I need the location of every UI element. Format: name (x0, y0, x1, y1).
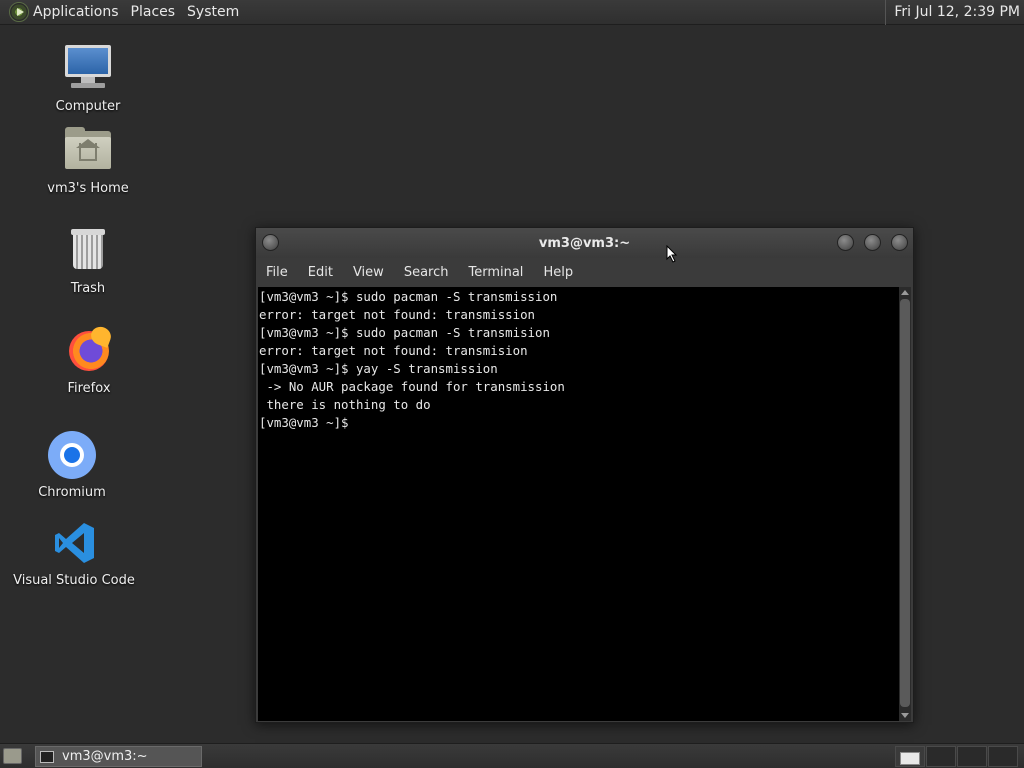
desktop-icon-vscode[interactable]: Visual Studio Code (9, 517, 139, 588)
terminal-line: [vm3@vm3 ~]$ yay -S transmission (259, 361, 498, 376)
terminal-line: [vm3@vm3 ~]$ sudo pacman -S transmission (259, 289, 558, 304)
workspace-3[interactable] (957, 746, 987, 767)
places-menu[interactable]: Places (127, 4, 184, 20)
menu-file[interactable]: File (266, 265, 288, 280)
terminal-prompt-line: [vm3@vm3 ~]$ (259, 415, 356, 430)
applications-menu[interactable]: Applications (33, 4, 127, 20)
maximize-button[interactable] (864, 234, 881, 251)
minimize-button[interactable] (837, 234, 854, 251)
desktop-icon-computer[interactable]: Computer (23, 43, 153, 114)
terminal-output[interactable]: [vm3@vm3 ~]$ sudo pacman -S transmission… (258, 287, 900, 721)
terminal-icon (40, 750, 54, 763)
panel-clock[interactable]: Fri Jul 12, 2:39 PM (885, 0, 1024, 25)
scroll-down-arrow-icon[interactable] (901, 713, 909, 718)
chromium-icon (46, 429, 98, 481)
terminal-line: there is nothing to do (259, 397, 431, 412)
home-folder-icon (62, 125, 114, 177)
workspace-2[interactable] (926, 746, 956, 767)
desktop-icon-label: Chromium (38, 485, 106, 500)
desktop-icon-chromium[interactable]: Chromium (7, 429, 137, 500)
terminal-line: error: target not found: transmision (259, 343, 528, 358)
desktop-icon-label: Computer (55, 99, 121, 114)
terminal-scrollbar[interactable] (899, 287, 911, 721)
desktop-icon-label: vm3's Home (47, 181, 129, 196)
menu-help[interactable]: Help (543, 265, 573, 280)
terminal-line: [vm3@vm3 ~]$ sudo pacman -S transmision (259, 325, 550, 340)
window-titlebar[interactable]: vm3@vm3:~ (256, 228, 913, 258)
desktop-icon-firefox[interactable]: Firefox (24, 324, 154, 396)
workspace-1[interactable] (895, 746, 925, 767)
workspace-4[interactable] (988, 746, 1018, 767)
menu-edit[interactable]: Edit (308, 265, 333, 280)
terminal-menubar: File Edit View Search Terminal Help (256, 258, 913, 287)
window-title: vm3@vm3:~ (538, 236, 631, 251)
system-menu[interactable]: System (183, 4, 247, 20)
menu-search[interactable]: Search (404, 265, 449, 280)
close-button[interactable] (891, 234, 908, 251)
workspace-window-preview (900, 752, 920, 765)
terminal-line: -> No AUR package found for transmission (259, 379, 565, 394)
desktop-icon-home[interactable]: vm3's Home (23, 125, 153, 196)
show-desktop-icon[interactable] (3, 748, 22, 764)
desktop-icon-label: Firefox (67, 381, 111, 396)
mouse-cursor-icon (666, 245, 678, 263)
computer-icon (62, 43, 114, 95)
scrollbar-thumb[interactable] (900, 299, 910, 707)
top-panel: Applications Places System Fri Jul 12, 2… (0, 0, 1024, 25)
desktop-icon-label: Visual Studio Code (13, 573, 135, 588)
menu-view[interactable]: View (353, 265, 384, 280)
taskbar-item-terminal[interactable]: vm3@vm3:~ (35, 746, 202, 767)
desktop-icon-trash[interactable]: Trash (23, 225, 153, 296)
firefox-icon (63, 324, 115, 377)
taskbar-item-label: vm3@vm3:~ (62, 749, 148, 764)
trash-icon (62, 225, 114, 277)
menu-logo-icon[interactable] (9, 2, 29, 22)
vscode-icon (48, 517, 100, 569)
menu-terminal[interactable]: Terminal (468, 265, 523, 280)
bottom-panel: vm3@vm3:~ (0, 743, 1024, 768)
terminal-line: error: target not found: transmission (259, 307, 536, 322)
terminal-window[interactable]: vm3@vm3:~ File Edit View Search Terminal… (255, 227, 914, 723)
scroll-up-arrow-icon[interactable] (901, 290, 909, 295)
desktop-icon-label: Trash (70, 281, 106, 296)
